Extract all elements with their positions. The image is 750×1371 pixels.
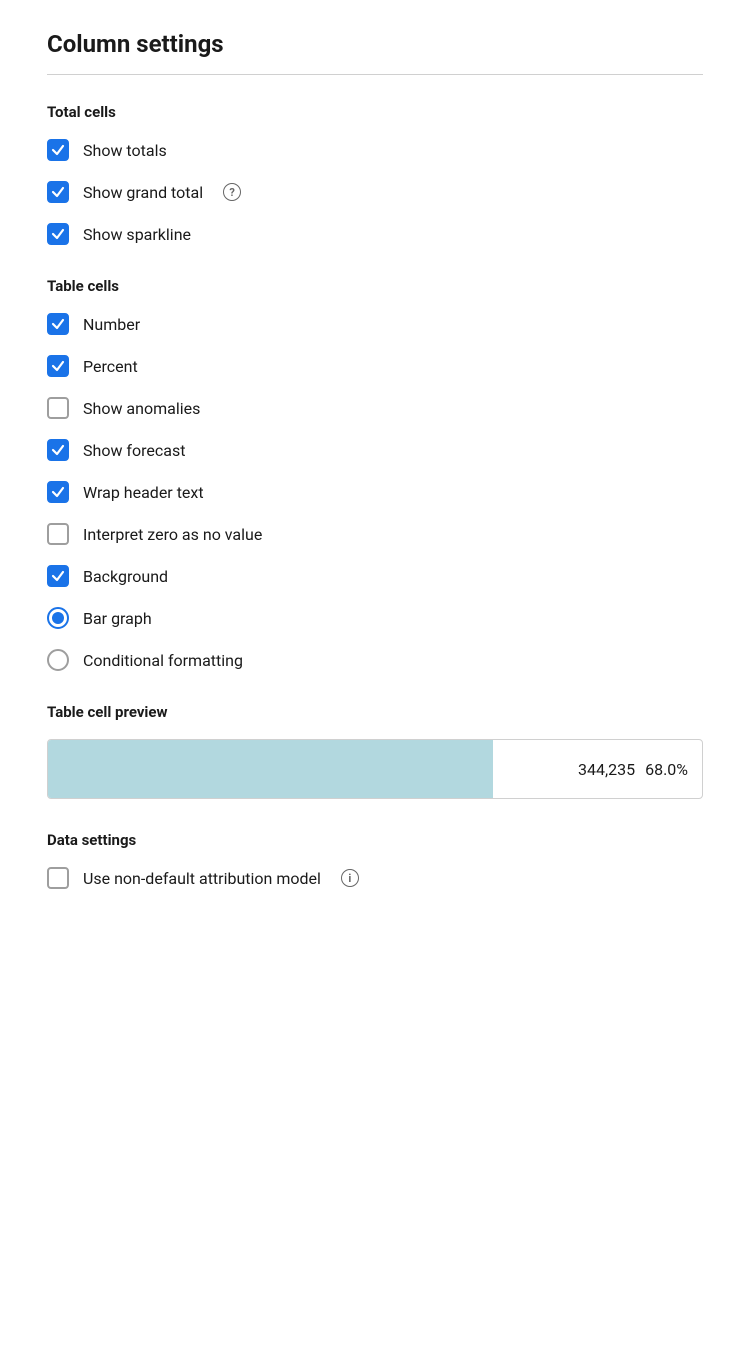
conditional-formatting-row[interactable]: Conditional formatting (47, 649, 703, 671)
preview-bar-fill (48, 740, 493, 798)
table-cells-section: Table cells Number Percent Show anomalie… (47, 277, 703, 671)
interpret-zero-row[interactable]: Interpret zero as no value (47, 523, 703, 545)
non-default-attribution-checkbox[interactable] (47, 867, 69, 889)
show-totals-checkbox[interactable] (47, 139, 69, 161)
number-row[interactable]: Number (47, 313, 703, 335)
table-cell-preview-section: Table cell preview 344,235 68.0% (47, 703, 703, 799)
show-grand-total-label: Show grand total (83, 183, 203, 202)
show-forecast-checkbox[interactable] (47, 439, 69, 461)
preview-percent: 68.0% (645, 760, 688, 779)
background-label: Background (83, 567, 168, 586)
number-checkbox[interactable] (47, 313, 69, 335)
background-checkbox[interactable] (47, 565, 69, 587)
data-settings-section: Data settings Use non-default attributio… (47, 831, 703, 889)
non-default-attribution-info-icon[interactable]: i (341, 869, 359, 887)
preview-value: 344,235 68.0% (493, 740, 702, 798)
show-grand-total-row[interactable]: Show grand total ? (47, 181, 703, 203)
checkmark-icon (51, 443, 65, 457)
show-forecast-label: Show forecast (83, 441, 185, 460)
percent-row[interactable]: Percent (47, 355, 703, 377)
conditional-formatting-radio[interactable] (47, 649, 69, 671)
percent-checkbox[interactable] (47, 355, 69, 377)
show-anomalies-row[interactable]: Show anomalies (47, 397, 703, 419)
checkmark-icon (51, 317, 65, 331)
show-totals-label: Show totals (83, 141, 167, 160)
page-title: Column settings (47, 30, 703, 58)
non-default-attribution-label: Use non-default attribution model (83, 869, 321, 888)
show-anomalies-checkbox[interactable] (47, 397, 69, 419)
checkmark-icon (51, 485, 65, 499)
table-cells-label: Table cells (47, 277, 703, 295)
bar-graph-label: Bar graph (83, 609, 152, 628)
show-sparkline-label: Show sparkline (83, 225, 191, 244)
bar-graph-radio-inner (52, 612, 64, 624)
percent-label: Percent (83, 357, 138, 376)
background-row[interactable]: Background (47, 565, 703, 587)
total-cells-label: Total cells (47, 103, 703, 121)
show-grand-total-checkbox[interactable] (47, 181, 69, 203)
checkmark-icon (51, 143, 65, 157)
number-label: Number (83, 315, 140, 334)
show-sparkline-row[interactable]: Show sparkline (47, 223, 703, 245)
table-cell-preview-box: 344,235 68.0% (47, 739, 703, 799)
non-default-attribution-row[interactable]: Use non-default attribution model i (47, 867, 703, 889)
wrap-header-text-label: Wrap header text (83, 483, 204, 502)
checkmark-icon (51, 185, 65, 199)
interpret-zero-checkbox[interactable] (47, 523, 69, 545)
checkmark-icon (51, 227, 65, 241)
show-forecast-row[interactable]: Show forecast (47, 439, 703, 461)
show-sparkline-checkbox[interactable] (47, 223, 69, 245)
show-grand-total-info-icon[interactable]: ? (223, 183, 241, 201)
conditional-formatting-label: Conditional formatting (83, 651, 243, 670)
data-settings-label: Data settings (47, 831, 703, 849)
title-divider (47, 74, 703, 75)
checkmark-icon (51, 569, 65, 583)
show-anomalies-label: Show anomalies (83, 399, 200, 418)
wrap-header-text-checkbox[interactable] (47, 481, 69, 503)
bar-graph-row[interactable]: Bar graph (47, 607, 703, 629)
checkmark-icon (51, 359, 65, 373)
interpret-zero-label: Interpret zero as no value (83, 525, 262, 544)
show-totals-row[interactable]: Show totals (47, 139, 703, 161)
preview-number: 344,235 (578, 760, 635, 779)
wrap-header-text-row[interactable]: Wrap header text (47, 481, 703, 503)
total-cells-section: Total cells Show totals Show grand total… (47, 103, 703, 245)
bar-graph-radio[interactable] (47, 607, 69, 629)
table-cell-preview-label: Table cell preview (47, 703, 703, 721)
